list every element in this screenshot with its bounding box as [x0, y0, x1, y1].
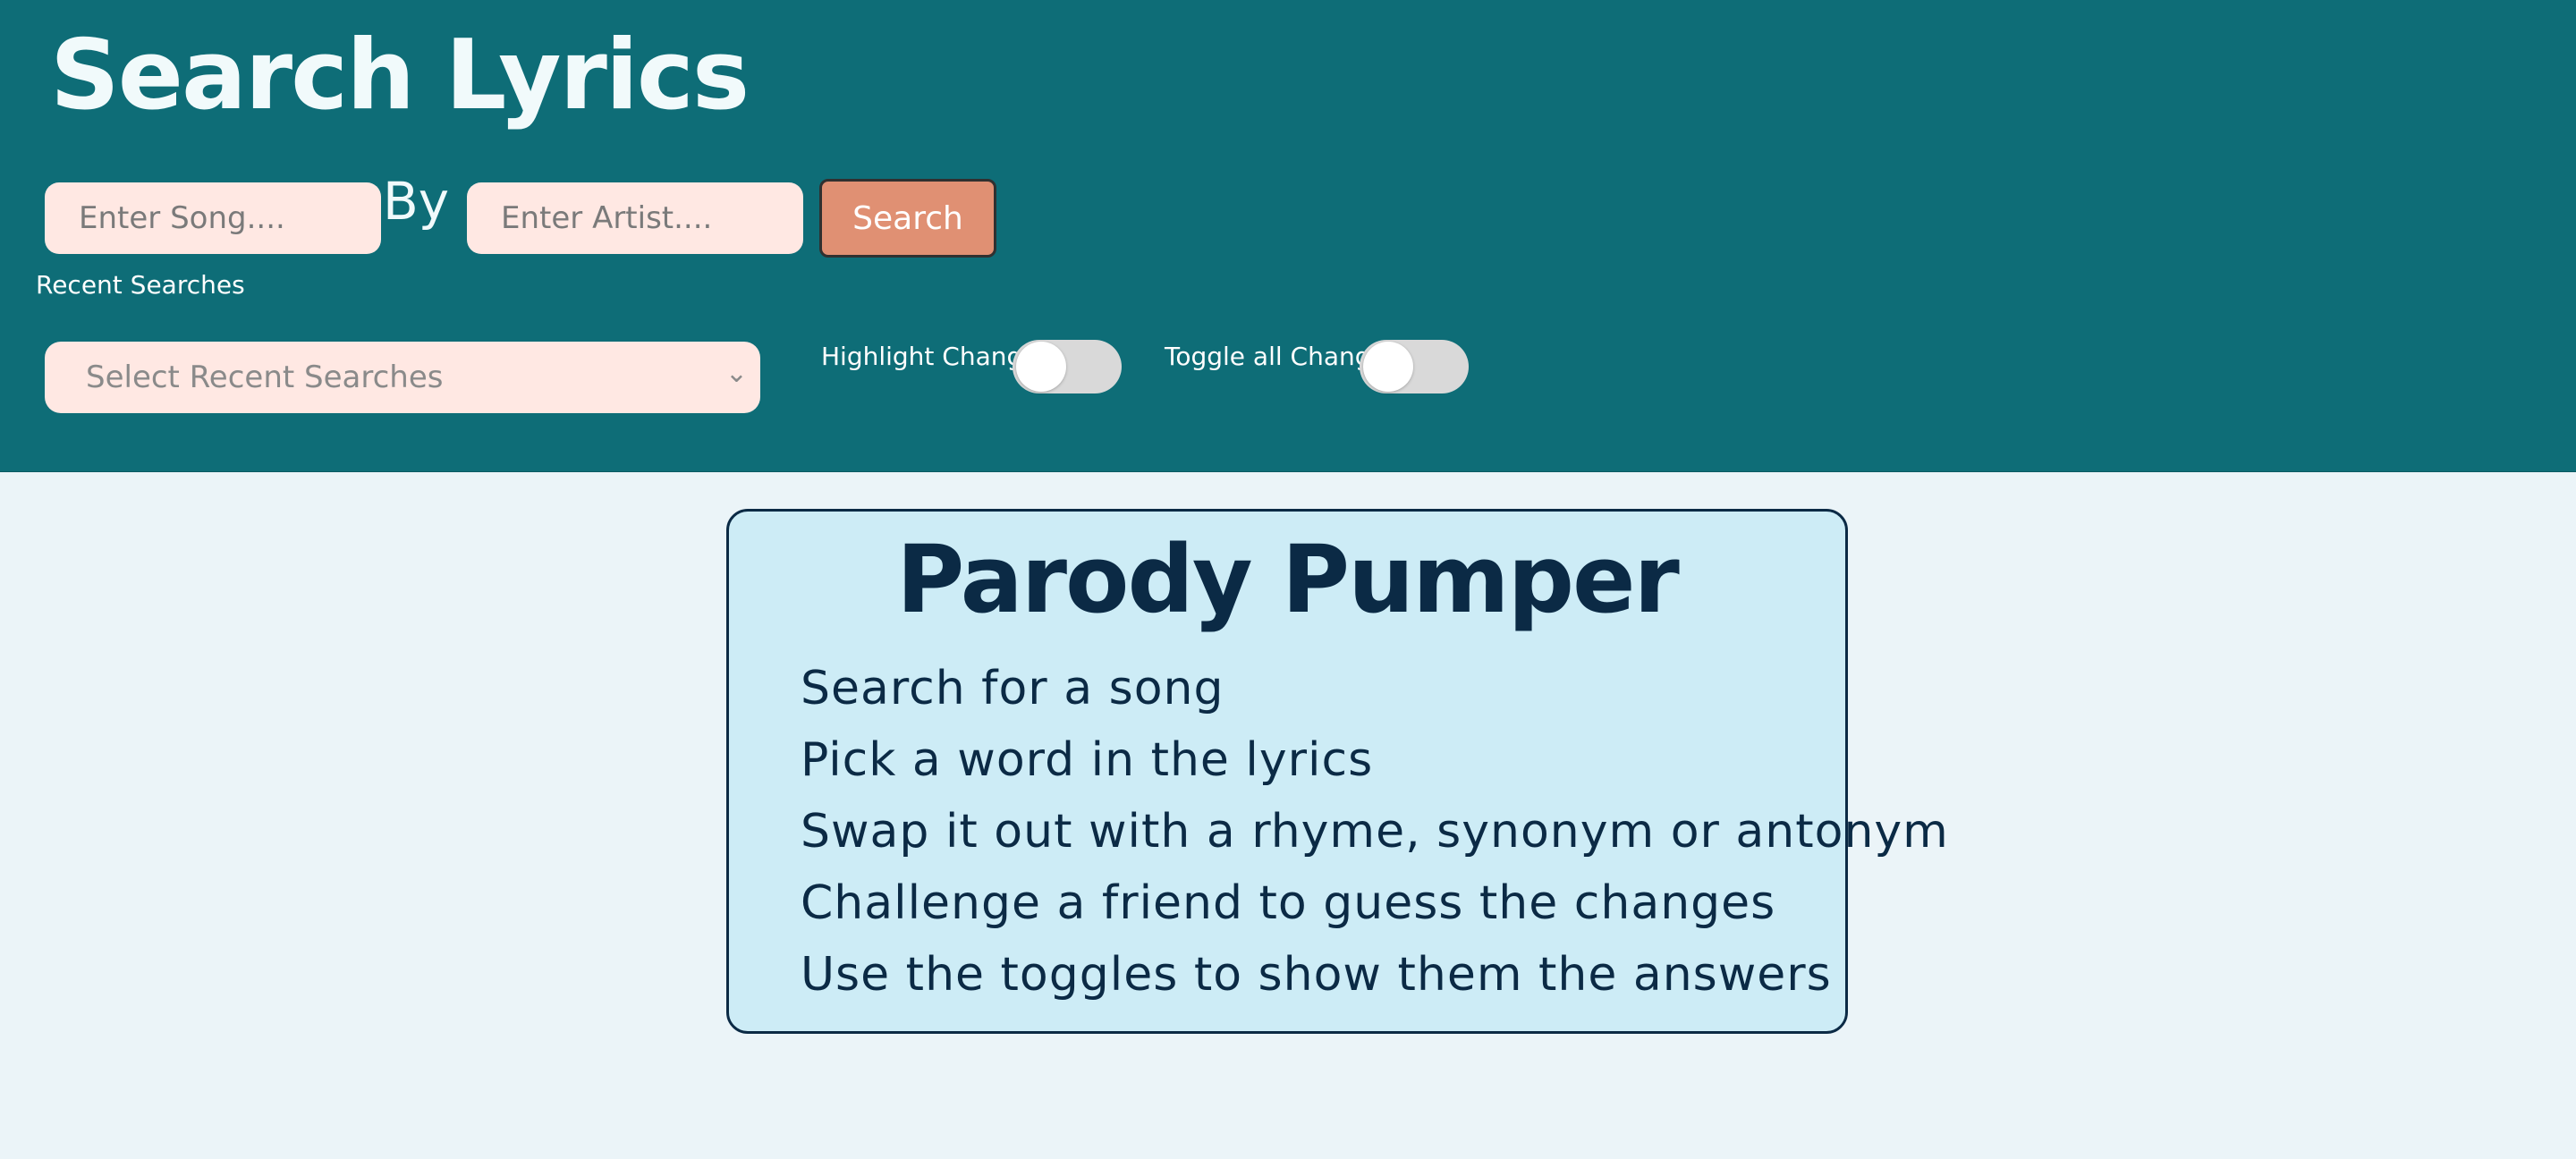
- song-input[interactable]: [45, 182, 381, 254]
- by-label: By: [383, 171, 450, 232]
- instructions-card: Parody Pumper Search for a song Pick a w…: [726, 509, 1948, 1034]
- page-title: Search Lyrics: [50, 20, 750, 131]
- recent-searches-select[interactable]: Select Recent Searches ⌄: [45, 342, 760, 413]
- instructions-list: Search for a song Pick a word in the lyr…: [801, 653, 1949, 1011]
- recent-searches-label: Recent Searches: [36, 270, 245, 300]
- toggle-all-changes-toggle[interactable]: [1360, 340, 1469, 393]
- card-title: Parody Pumper: [896, 525, 1680, 634]
- chevron-down-icon: ⌄: [724, 358, 748, 389]
- highlight-changes-toggle[interactable]: [1013, 340, 1122, 393]
- search-button[interactable]: Search: [819, 179, 996, 258]
- recent-searches-select-value: Select Recent Searches: [86, 360, 444, 395]
- instruction-step: Search for a song: [801, 662, 1224, 715]
- instruction-step: Use the toggles to show them the answers: [801, 948, 1832, 1002]
- instruction-step: Swap it out with a rhyme, synonym or ant…: [801, 805, 1949, 859]
- toggle-knob: [1016, 342, 1066, 392]
- toggle-knob: [1363, 342, 1413, 392]
- artist-input[interactable]: [467, 182, 803, 254]
- instruction-step: Challenge a friend to guess the changes: [801, 876, 1776, 930]
- instruction-step: Pick a word in the lyrics: [801, 733, 1374, 787]
- header-bar: Search Lyrics By Search Recent Searches …: [0, 0, 2576, 472]
